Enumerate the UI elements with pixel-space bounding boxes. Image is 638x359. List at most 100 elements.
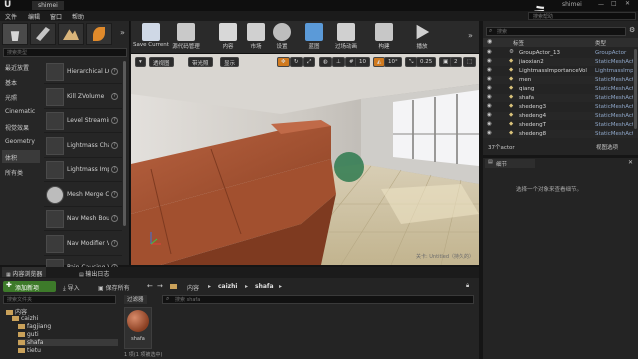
details-tab[interactable]: ▤ 细节 — [485, 159, 535, 168]
place-actor-item[interactable]: Mesh Merge Cullin? — [44, 183, 122, 207]
place-category-item[interactable]: 基本 — [2, 75, 40, 88]
tab-output-log[interactable]: ▤ 输出日志 — [75, 267, 113, 278]
outliner-col-type[interactable]: 类型 — [595, 39, 606, 47]
help-icon[interactable]: ? — [111, 68, 118, 75]
details-close-icon[interactable]: ✕ — [628, 159, 633, 166]
world-space-icon[interactable]: ◍ — [319, 57, 332, 67]
save-all-button[interactable]: ▣ 保存所有 — [95, 281, 133, 292]
place-actor-item[interactable]: Kill ZVolume? — [44, 85, 122, 109]
breadcrumb-shafa[interactable]: shafa — [255, 283, 274, 290]
visibility-eye-icon[interactable]: ◉ — [487, 85, 492, 91]
help-icon[interactable]: ? — [111, 92, 118, 100]
view-mode-button[interactable]: 透视图 — [149, 57, 174, 67]
more-modes-chevron-icon[interactable]: » — [120, 28, 125, 37]
visibility-eye-icon[interactable]: ◉ — [487, 58, 492, 64]
place-category-item[interactable]: 所有类 — [2, 165, 40, 178]
outliner-col-label[interactable]: 标签 — [513, 39, 524, 47]
place-category-item[interactable]: Geometry — [2, 135, 40, 148]
outliner-search-input[interactable]: ⌕ 搜索 — [486, 27, 626, 36]
mode-tab-landscape[interactable] — [58, 23, 84, 45]
history-lock-icon[interactable]: 🔒︎ — [466, 282, 469, 290]
visibility-eye-icon[interactable]: ◉ — [487, 130, 492, 136]
outliner-row[interactable]: ◉ ◆ shedeng3 StaticMeshAct — [483, 103, 638, 111]
surface-snap-icon[interactable]: ⊥ — [332, 57, 345, 67]
rotate-snap-value[interactable]: 10° — [384, 57, 402, 67]
place-category-item[interactable]: 光照 — [2, 90, 40, 103]
menu-edit[interactable]: 编辑 — [28, 12, 40, 21]
outliner-row[interactable]: ◉ ⚙ GroupActor_13 GroupActor — [483, 49, 638, 57]
toolbar-button-blueprints[interactable]: 蓝图 — [299, 22, 329, 52]
asset-search-input[interactable]: ⌕ 搜索 shafa — [162, 295, 474, 304]
translate-tool-icon[interactable]: ✥ — [277, 57, 290, 67]
outliner-row[interactable]: ◉ ◆ shafa StaticMeshAct — [483, 94, 638, 102]
maximize-button[interactable]: □ — [611, 0, 617, 7]
place-actor-item[interactable]: Lightmass Imp? — [44, 158, 122, 182]
selection-sphere[interactable] — [334, 152, 364, 182]
help-icon[interactable]: ? — [111, 117, 118, 124]
folder-tree-item[interactable]: tietu — [18, 347, 41, 354]
scale-tool-icon[interactable]: ⤢ — [303, 57, 316, 67]
folder-tree-item[interactable]: caizhi — [12, 315, 38, 322]
place-category-item[interactable]: 体积 — [2, 150, 40, 163]
help-icon[interactable]: ? — [111, 141, 118, 149]
help-icon[interactable]: ? — [111, 190, 118, 198]
place-actor-item[interactable]: Hierarchical LOD? — [44, 60, 122, 84]
filter-button[interactable]: 过滤器 — [124, 295, 147, 304]
menu-window[interactable]: 窗口 — [50, 12, 62, 21]
scale-snap-value[interactable]: 0.25 — [416, 57, 437, 67]
visibility-eye-icon[interactable]: ◉ — [487, 76, 492, 82]
visibility-eye-icon[interactable]: ◉ — [487, 49, 492, 55]
window-tab-title[interactable]: shimei — [32, 1, 64, 10]
mode-tab-paint[interactable] — [30, 23, 56, 45]
visibility-eye-icon[interactable]: ◉ — [487, 112, 492, 118]
place-actor-item[interactable]: Nav Mesh Bou? — [44, 207, 122, 231]
outliner-row[interactable]: ◉ ◆ LightmassImportanceVol LightmassImp — [483, 67, 638, 75]
outliner-row[interactable]: ◉ ◆ men StaticMeshAct — [483, 76, 638, 84]
camera-speed-value[interactable]: 2 — [450, 57, 462, 67]
toolbar-button-build[interactable]: 构建 — [369, 22, 399, 52]
show-button[interactable]: 显示 — [220, 57, 240, 67]
toolbar-button-settings[interactable]: 设置 — [267, 22, 297, 52]
minimize-button[interactable]: — — [598, 1, 604, 8]
menu-help[interactable]: 帮助 — [72, 12, 84, 21]
rotate-tool-icon[interactable]: ↻ — [290, 57, 303, 67]
folder-tree-item[interactable]: guti — [18, 331, 39, 338]
folder-tree-item[interactable]: shafa — [18, 339, 118, 346]
visibility-eye-icon[interactable]: ◉ — [487, 94, 492, 100]
mode-tab-place[interactable] — [2, 23, 28, 45]
toolbar-button-save[interactable]: Save Current — [133, 22, 169, 52]
menu-file[interactable]: 文件 — [5, 12, 17, 21]
help-search-input[interactable]: 搜索帮助 — [528, 12, 636, 20]
outliner-row[interactable]: ◉ ◆ jiaoxian2 StaticMeshAct — [483, 58, 638, 66]
help-icon[interactable]: ? — [111, 239, 118, 247]
outliner-row[interactable]: ◉ ◆ shedeng4 StaticMeshAct — [483, 112, 638, 120]
place-category-item[interactable]: Cinematic — [2, 105, 40, 118]
place-category-item[interactable]: 视觉效果 — [2, 120, 40, 133]
visibility-eye-icon[interactable]: ◉ — [487, 103, 492, 109]
back-arrow-icon[interactable]: ← — [147, 282, 153, 290]
forward-arrow-icon[interactable]: → — [157, 282, 163, 290]
mode-tab-foliage[interactable] — [86, 23, 112, 45]
view-options-button[interactable]: 视图选项 — [596, 143, 618, 151]
import-button[interactable]: ⤓ 导入 — [60, 281, 83, 292]
place-actor-item[interactable]: Level Streamin? — [44, 109, 122, 133]
outliner-scrollbar[interactable] — [634, 49, 637, 129]
toolbar-overflow-chevron-icon[interactable]: » — [468, 31, 473, 40]
grid-snap-value[interactable]: 10 — [355, 57, 370, 67]
level-viewport[interactable]: ▾ 透视图 带光照 显示 ✥ ↻ ⤢ ◍ ⊥ # 10 ◭ 10° ⤡ 0.25… — [131, 54, 479, 265]
asset-tile[interactable]: shafa — [124, 307, 152, 349]
add-new-button[interactable]: ✚ 添加新项 — [3, 281, 56, 292]
maximize-viewport-icon[interactable]: ⬚ — [463, 57, 477, 67]
place-actor-item[interactable]: Nav Modifier V? — [44, 232, 122, 256]
help-icon[interactable]: ? — [111, 166, 118, 173]
folder-tree-icon[interactable] — [170, 283, 179, 290]
toolbar-button-source-control[interactable]: 源代码管理 — [171, 22, 201, 52]
lit-mode-button[interactable]: 带光照 — [188, 57, 213, 67]
place-search-input[interactable]: 搜索类型 — [3, 48, 127, 57]
breadcrumb-content[interactable]: 内容 — [187, 283, 199, 292]
folder-tree-item[interactable]: fagjiang — [18, 323, 51, 330]
tab-content-browser[interactable]: ▦ 内容浏览器 — [2, 267, 47, 278]
close-button[interactable]: ✕ — [625, 0, 630, 7]
folder-search-input[interactable]: 搜索文件夹 — [3, 295, 116, 304]
help-icon[interactable]: ? — [111, 215, 118, 222]
